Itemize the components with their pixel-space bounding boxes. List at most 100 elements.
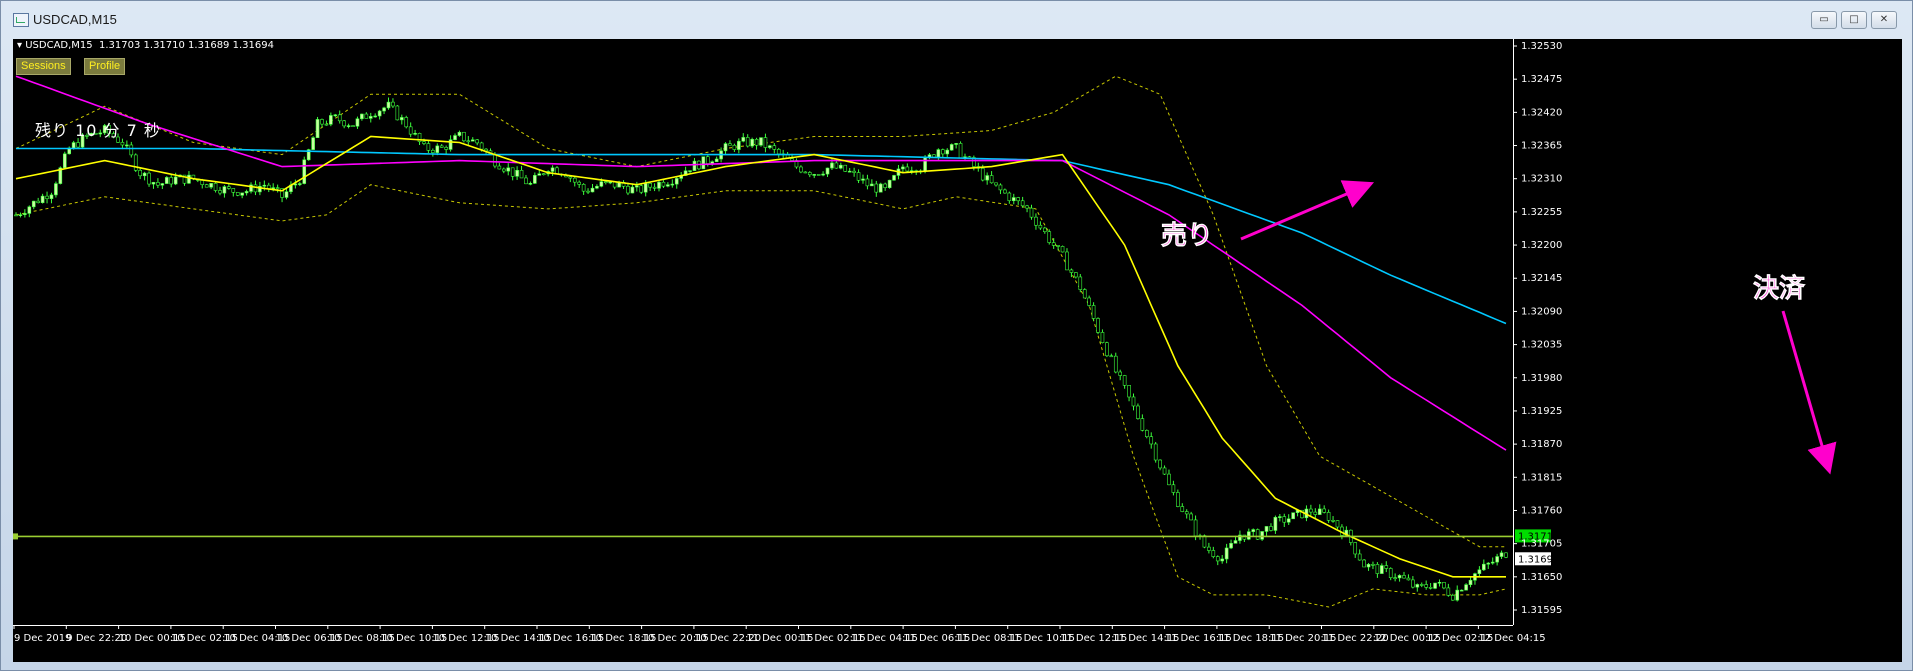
candle-body <box>311 137 315 150</box>
candle-body <box>1224 547 1229 560</box>
candle-body <box>741 137 746 142</box>
y-tick-label: 1.32090 <box>1521 306 1562 317</box>
chart-window-icon <box>13 13 29 27</box>
candle-body <box>989 175 994 184</box>
candle-body <box>537 173 542 176</box>
candle-body <box>125 144 129 147</box>
candle-body <box>1326 512 1331 521</box>
candle-body <box>612 181 617 188</box>
candle-body <box>1313 511 1318 515</box>
candle-body <box>1220 558 1224 562</box>
profile-button[interactable]: Profile <box>84 58 126 75</box>
candle-body <box>674 178 679 185</box>
candle-body <box>657 181 661 189</box>
candle-body <box>506 167 511 172</box>
candle-body <box>595 185 599 189</box>
candle-body <box>1477 569 1482 574</box>
candle-body <box>1136 405 1140 419</box>
candle-body <box>515 170 519 177</box>
candle-body <box>1468 579 1473 586</box>
candle-body <box>954 143 958 145</box>
candle-body <box>373 115 377 118</box>
candle-body <box>847 170 852 173</box>
candle-body <box>1291 512 1295 520</box>
candle-body <box>812 174 817 176</box>
candle-body <box>834 162 839 169</box>
candle-body <box>173 176 178 185</box>
candle-body <box>1437 582 1442 584</box>
candle-body <box>568 176 573 179</box>
minimize-button[interactable]: ▭ <box>1811 11 1837 29</box>
candle-body <box>457 131 462 136</box>
candle-body <box>705 156 710 164</box>
candle-body <box>169 177 174 185</box>
y-tick-label: 1.32035 <box>1521 340 1562 351</box>
candle-body <box>1145 430 1149 437</box>
candle-body <box>324 123 329 126</box>
candle-body <box>510 167 515 177</box>
candle-body <box>883 183 887 188</box>
symbol-info[interactable]: ▾ USDCAD,M15 1.31703 1.31710 1.31689 1.3… <box>17 40 274 51</box>
candle-body <box>408 126 413 135</box>
candle-body <box>426 143 431 151</box>
candle-body <box>1074 272 1078 278</box>
candle-body <box>1153 443 1158 461</box>
candle-body <box>1127 385 1131 398</box>
candle-body <box>723 143 728 152</box>
ma-fast-line <box>15 135 1506 578</box>
candle-body <box>320 119 324 125</box>
maximize-button[interactable]: □ <box>1841 11 1867 29</box>
candle-body <box>1215 556 1220 562</box>
candle-body <box>1255 529 1260 540</box>
candle-body <box>533 175 537 184</box>
candle-body <box>1282 516 1287 523</box>
bollinger-upper-band <box>15 75 1506 548</box>
candle-body <box>1455 589 1460 601</box>
candle-body <box>945 149 950 155</box>
candle-body <box>36 200 40 203</box>
candle-body <box>763 137 768 148</box>
candle-body <box>1118 371 1122 376</box>
candle-body <box>147 172 151 185</box>
candle-body <box>27 206 32 214</box>
candle-body <box>364 113 369 119</box>
candle-body <box>1025 205 1029 209</box>
candle-body <box>1100 332 1105 344</box>
triangle-down-icon[interactable]: ▾ <box>17 40 22 51</box>
candle-body <box>1464 584 1468 591</box>
y-tick-label: 1.31705 <box>1521 539 1562 550</box>
candle-body <box>541 173 546 176</box>
candle-body <box>493 154 497 167</box>
price-chart[interactable]: 1.31717 1.31694 1.32530 1.32475 1.32420 1.32… <box>13 39 1902 662</box>
candle-body <box>1043 227 1047 232</box>
candle-body <box>980 168 985 181</box>
candle-body <box>1415 584 1420 588</box>
candle-body <box>737 140 741 150</box>
candle-body <box>843 164 848 172</box>
candle-body <box>581 184 586 192</box>
sessions-button[interactable]: Sessions <box>16 58 71 75</box>
title-bar[interactable]: USDCAD,M15 ▭ □ ✕ <box>1 1 1912 39</box>
candle-body <box>187 174 191 184</box>
candle-body <box>133 154 138 171</box>
candle-body <box>240 192 244 196</box>
candle-body <box>1504 552 1508 558</box>
candle-body <box>1260 531 1264 540</box>
candle-body <box>688 170 692 172</box>
candle-body <box>218 190 222 194</box>
candle-body <box>76 142 80 148</box>
candle-body <box>462 131 466 142</box>
close-button[interactable]: ✕ <box>1871 11 1897 29</box>
candle-body <box>626 185 630 194</box>
candle-body <box>524 177 528 185</box>
candle-body <box>652 186 657 189</box>
candle-body <box>630 186 635 194</box>
y-tick-label: 1.32310 <box>1521 174 1562 185</box>
candle-body <box>1082 289 1087 299</box>
candle-body <box>470 139 475 142</box>
chart-canvas[interactable]: 1.317171.31694 1.325301.324751.324201.32… <box>13 39 1902 662</box>
candle-body <box>1388 568 1393 578</box>
candle-body <box>670 183 675 186</box>
candle-body <box>31 200 36 208</box>
candle-body <box>1096 318 1100 333</box>
